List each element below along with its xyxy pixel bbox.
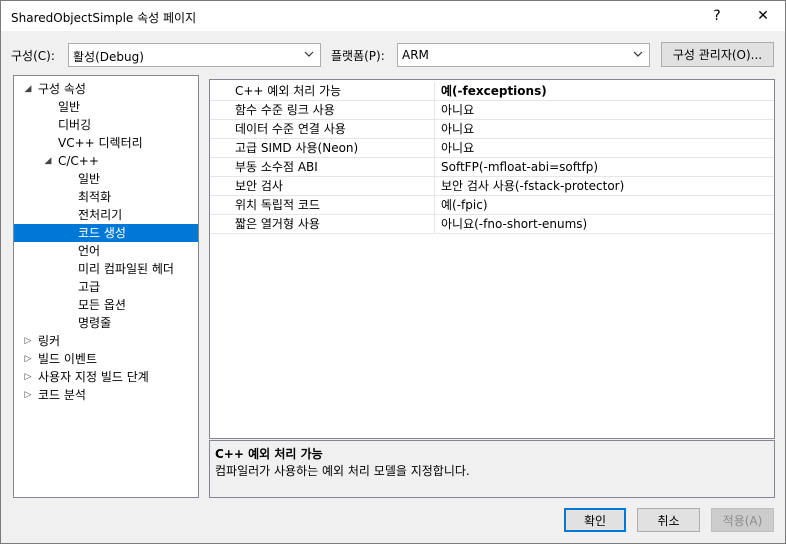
tree-item[interactable]: ◢ 구성 속성 [14, 80, 198, 98]
expanded-arrow-icon[interactable]: ◢ [42, 152, 54, 170]
tree-item-label: 전처리기 [78, 208, 123, 222]
property-tree: ◢ 구성 속성 일반 디버깅 VC++ 디렉터리 ◢ C/C++ 일반 최적화 전처리기 코드 생성… [13, 75, 199, 498]
tree-item[interactable]: VC++ 디렉터리 [14, 134, 198, 152]
collapsed-arrow-icon[interactable]: ▷ [22, 368, 34, 386]
property-name: 짧은 열거형 사용 [210, 215, 435, 233]
platform-dropdown[interactable]: ARM [397, 43, 650, 67]
property-row[interactable]: 위치 독립적 코드 예(-fpic) [210, 196, 774, 215]
title-bar: SharedObjectSimple 속성 페이지 ? ✕ [1, 1, 785, 31]
property-row[interactable]: 데이터 수준 연결 사용 아니요 [210, 120, 774, 139]
property-name: 고급 SIMD 사용(Neon) [210, 139, 435, 157]
property-value[interactable]: SoftFP(-mfloat-abi=softfp) [441, 158, 598, 176]
tree-item-label: 디버깅 [58, 118, 92, 132]
property-grid: C++ 예외 처리 가능 예(-fexceptions) 함수 수준 링크 사용 아니… [209, 79, 775, 439]
tree-item[interactable]: ▷ 사용자 지정 빌드 단계 [14, 368, 198, 386]
tree-item[interactable]: 디버깅 [14, 116, 198, 134]
tree-item[interactable]: 일반 [14, 170, 198, 188]
collapsed-arrow-icon[interactable]: ▷ [22, 332, 34, 350]
close-button[interactable]: ✕ [741, 1, 785, 31]
configuration-manager-button[interactable]: 구성 관리자(O)... [661, 42, 774, 67]
platform-value: ARM [402, 48, 429, 62]
property-row[interactable]: 부동 소수점 ABI SoftFP(-mfloat-abi=softfp) [210, 158, 774, 177]
cancel-button[interactable]: 취소 [637, 508, 700, 532]
help-button[interactable]: ? [695, 1, 739, 31]
collapsed-arrow-icon[interactable]: ▷ [22, 386, 34, 404]
tree-item-label: 미리 컴파일된 헤더 [78, 262, 174, 276]
property-row[interactable]: 짧은 열거형 사용 아니요(-fno-short-enums) [210, 215, 774, 234]
expanded-arrow-icon[interactable]: ◢ [22, 80, 34, 98]
property-name: 데이터 수준 연결 사용 [210, 120, 435, 138]
tree-item[interactable]: 고급 [14, 278, 198, 296]
tree-item[interactable]: 미리 컴파일된 헤더 [14, 260, 198, 278]
chevron-down-icon [633, 51, 643, 57]
property-row[interactable]: C++ 예외 처리 가능 예(-fexceptions) [210, 82, 774, 101]
property-value[interactable]: 아니요 [441, 139, 474, 157]
configuration-value: 활성(Debug) [73, 50, 144, 64]
tree-item[interactable]: ▷ 코드 분석 [14, 386, 198, 404]
collapsed-arrow-icon[interactable]: ▷ [22, 350, 34, 368]
description-text: 컴파일러가 사용하는 예외 처리 모델을 지정합니다. [215, 464, 470, 478]
platform-label: 플랫폼(P): [331, 49, 385, 63]
tree-item[interactable]: 일반 [14, 98, 198, 116]
property-value[interactable]: 아니요(-fno-short-enums) [441, 215, 587, 233]
property-name: 부동 소수점 ABI [210, 158, 435, 176]
tree-item-label: 언어 [78, 244, 101, 258]
tree-item[interactable]: ▷ 빌드 이벤트 [14, 350, 198, 368]
window-title: SharedObjectSimple 속성 페이지 [11, 11, 197, 25]
tree-item-label: 명령줄 [78, 316, 112, 330]
apply-button[interactable]: 적용(A) [711, 508, 774, 532]
tree-item-label: 모든 옵션 [78, 298, 126, 312]
property-row[interactable]: 보안 검사 보안 검사 사용(-fstack-protector) [210, 177, 774, 196]
tree-item-label: 고급 [78, 280, 101, 294]
property-name: 함수 수준 링크 사용 [210, 101, 435, 119]
configuration-dropdown[interactable]: 활성(Debug) [68, 43, 321, 67]
property-value[interactable]: 아니요 [441, 101, 474, 119]
tree-item-label: 링커 [38, 334, 61, 348]
property-row[interactable]: 함수 수준 링크 사용 아니요 [210, 101, 774, 120]
tree-item[interactable]: 명령줄 [14, 314, 198, 332]
property-name: 위치 독립적 코드 [210, 196, 435, 214]
configuration-label: 구성(C): [11, 49, 55, 63]
tree-item-label: VC++ 디렉터리 [58, 136, 143, 150]
tree-item-label: 구성 속성 [38, 82, 86, 96]
property-name: 보안 검사 [210, 177, 435, 195]
tree-item[interactable]: 언어 [14, 242, 198, 260]
property-value[interactable]: 아니요 [441, 120, 474, 138]
property-value[interactable]: 예(-fexceptions) [441, 82, 547, 100]
tree-item[interactable]: ◢ C/C++ [14, 152, 198, 170]
description-title: C++ 예외 처리 가능 [215, 447, 323, 461]
tree-item-label: 코드 분석 [38, 388, 86, 402]
property-row[interactable]: 고급 SIMD 사용(Neon) 아니요 [210, 139, 774, 158]
description-panel: C++ 예외 처리 가능 컴파일러가 사용하는 예외 처리 모델을 지정합니다. [209, 440, 775, 498]
tree-item-label: 최적화 [78, 190, 112, 204]
tree-item-label: 빌드 이벤트 [38, 352, 98, 366]
property-value[interactable]: 보안 검사 사용(-fstack-protector) [441, 177, 624, 195]
property-pages-dialog: SharedObjectSimple 속성 페이지 ? ✕ 구성(C): 활성(… [0, 0, 786, 544]
tree-item[interactable]: 코드 생성 [14, 224, 198, 242]
chevron-down-icon [304, 51, 314, 57]
tree-item[interactable]: 전처리기 [14, 206, 198, 224]
tree-item-label: 사용자 지정 빌드 단계 [38, 370, 149, 384]
property-name: C++ 예외 처리 가능 [210, 82, 435, 100]
tree-item-label: 일반 [58, 100, 81, 114]
tree-item-label: 코드 생성 [78, 226, 126, 240]
tree-item[interactable]: 모든 옵션 [14, 296, 198, 314]
property-value[interactable]: 예(-fpic) [441, 196, 488, 214]
tree-item[interactable]: ▷ 링커 [14, 332, 198, 350]
tree-item-label: 일반 [78, 172, 101, 186]
ok-button[interactable]: 확인 [564, 508, 626, 532]
tree-item-label: C/C++ [58, 154, 99, 168]
tree-item[interactable]: 최적화 [14, 188, 198, 206]
